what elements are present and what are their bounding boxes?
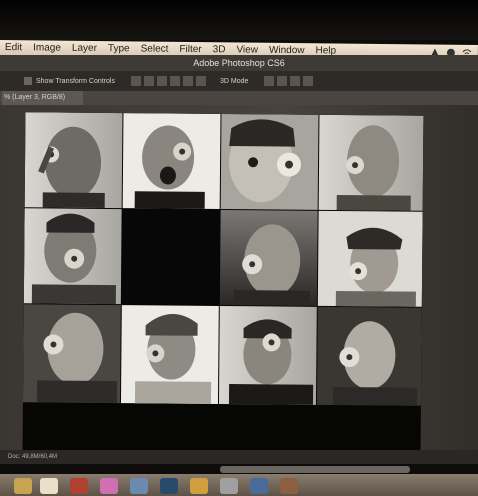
- dock-app-icon[interactable]: [160, 478, 178, 494]
- menu-edit[interactable]: Edit: [0, 42, 28, 53]
- photo-cell-11: [316, 306, 422, 406]
- align-right-icon[interactable]: [195, 76, 206, 86]
- dock-app-icon[interactable]: [70, 478, 88, 494]
- photo-cell-empty: [121, 209, 220, 305]
- show-transform-checkbox[interactable]: [24, 77, 32, 85]
- 3d-drag-icon[interactable]: [290, 76, 301, 86]
- menu-3d[interactable]: 3D: [208, 44, 232, 55]
- document-tab[interactable]: % (Layer 3, RGB/8): [2, 91, 84, 105]
- 3d-roll-icon[interactable]: [277, 76, 288, 86]
- photo-cell-4: [318, 114, 424, 211]
- photo-cell-2: [122, 113, 221, 209]
- monitor-bezel: [0, 0, 478, 40]
- photo-cell-1: [24, 112, 123, 209]
- options-bar: Show Transform Controls 3D Mode: [0, 71, 478, 91]
- photo-grid: [22, 112, 424, 406]
- 3d-rotate-icon[interactable]: [264, 76, 275, 86]
- align-center-icon[interactable]: [182, 76, 193, 86]
- photo-cell-10: [218, 305, 317, 405]
- doc-size-readout[interactable]: Doc: 49,8M/60,4M: [8, 454, 57, 460]
- dock-app-icon[interactable]: [190, 478, 208, 494]
- show-transform-label: Show Transform Controls: [36, 77, 115, 85]
- horizontal-scrollbar[interactable]: [220, 466, 410, 473]
- menu-select[interactable]: Select: [136, 43, 175, 54]
- photo-cell-3: [220, 113, 319, 210]
- dock-app-icon[interactable]: [14, 478, 32, 494]
- dock-app-icon[interactable]: [100, 478, 118, 494]
- align-tools: [130, 76, 206, 86]
- photo-cell-8: [22, 304, 121, 404]
- align-left-icon[interactable]: [169, 76, 180, 86]
- menu-layer[interactable]: Layer: [67, 43, 103, 54]
- dock-app-icon[interactable]: [220, 478, 238, 494]
- menu-filter[interactable]: Filter: [174, 44, 207, 55]
- dock-app-icon[interactable]: [280, 478, 298, 494]
- dock-app-icon[interactable]: [130, 478, 148, 494]
- document-tab-bar: % (Layer 3, RGB/8): [0, 91, 478, 105]
- dock-app-icon[interactable]: [250, 478, 268, 494]
- dock-app-icon[interactable]: [40, 478, 58, 494]
- document-canvas[interactable]: [22, 112, 424, 456]
- photo-cell-6: [219, 209, 318, 306]
- align-middle-icon[interactable]: [143, 76, 154, 86]
- 3d-tools: [264, 76, 314, 86]
- align-bottom-icon[interactable]: [156, 76, 167, 86]
- app-titlebar: Adobe Photoshop CS6: [0, 55, 478, 71]
- photo-cell-9: [120, 305, 219, 404]
- photo-cell-7: [317, 210, 423, 307]
- 3d-mode-label: 3D Mode: [219, 77, 249, 85]
- menu-type[interactable]: Type: [103, 43, 136, 54]
- status-bar: Doc: 49,8M/60,4M: [0, 450, 478, 464]
- dock: [0, 474, 478, 496]
- photo-cell-5: [23, 208, 122, 305]
- align-top-icon[interactable]: [130, 76, 141, 86]
- menu-image[interactable]: Image: [28, 42, 67, 53]
- 3d-slide-icon[interactable]: [303, 76, 314, 86]
